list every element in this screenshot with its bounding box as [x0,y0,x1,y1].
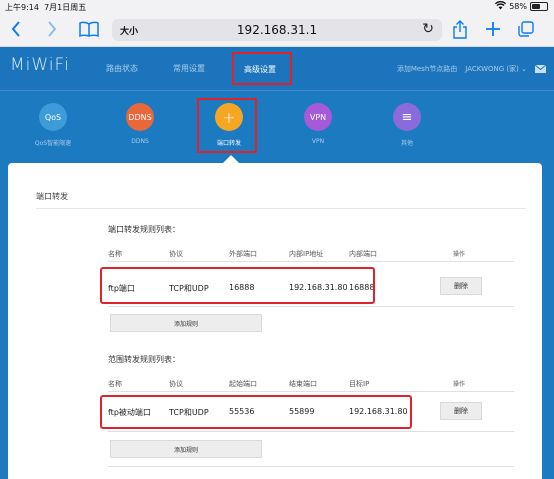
highlight-box-port-forward [197,98,257,153]
feature-vpn[interactable]: VPN VPN [288,103,348,145]
feature-label: DDNS [131,138,149,145]
url-text[interactable]: 192.168.31.1 [112,23,442,37]
status-date: 7月1日周五 [44,3,87,12]
logo: MiWiFi [10,55,70,75]
back-icon[interactable] [8,18,24,40]
ddns-icon: DDNS [126,103,154,131]
highlight-box-range-rule [100,395,412,429]
header-right: 添加Mesh节点路由 JACKWONG (家) ⌄ [397,64,546,74]
header-divider [108,261,514,262]
tabs-icon[interactable] [517,18,535,40]
col-end-port: 结束端口 [289,380,317,388]
row-divider [108,306,514,307]
highlight-box-port-rule [100,267,375,304]
col-action: 操作 [453,381,466,388]
mail-icon[interactable] [535,65,546,73]
add-rule-button[interactable]: 添加规则 [110,314,262,332]
col-int-ip: 内部IP地址 [289,250,324,258]
bookmarks-icon[interactable] [78,18,100,40]
row-divider [108,431,514,432]
feature-qos[interactable]: QoS QoS智能限速 [23,103,83,147]
row-divider [108,466,514,467]
user-name: JACKWONG (家) [465,65,519,73]
divider [36,208,526,209]
address-bar[interactable]: 大小 192.168.31.1 ↻ [112,19,442,41]
browser-toolbar: 大小 192.168.31.1 ↻ [0,13,554,47]
feature-label: QoS智能限速 [34,140,72,147]
delete-button[interactable]: 删除 [440,402,482,420]
delete-button[interactable]: 删除 [440,277,482,295]
nav-route-status[interactable]: 路由状态 [106,63,138,74]
feature-label: VPN [311,138,325,145]
add-mesh-link[interactable]: 添加Mesh节点路由 [397,64,457,74]
status-time-date: 上午9:14 7月1日周五 [5,2,86,13]
feature-ddns[interactable]: DDNS DDNS [110,103,170,145]
menu-icon: ≡ [393,103,421,131]
nav-common-settings[interactable]: 常用设置 [173,63,205,74]
wifi-icon [495,1,507,12]
header-divider [108,391,514,392]
share-icon[interactable] [451,18,469,40]
page-title: 端口转发 [36,192,68,201]
col-ext-port: 外部端口 [229,250,257,258]
feature-label: 其他 [400,140,413,147]
col-target-ip: 目标IP [349,380,370,388]
add-rule-button[interactable]: 添加规则 [110,440,262,458]
reload-icon[interactable]: ↻ [422,21,434,37]
feature-other[interactable]: ≡ 其他 [377,103,437,147]
port-rules-title: 端口转发规则列表： [108,225,180,234]
col-name: 名称 [108,250,122,258]
new-tab-icon[interactable] [484,18,502,40]
vpn-icon: VPN [304,103,332,131]
col-action: 操作 [453,251,466,258]
battery-percent: 58% [509,2,527,11]
qos-icon: QoS [39,103,67,131]
status-time: 上午9:14 [5,3,39,12]
col-protocol: 协议 [169,250,183,258]
chevron-down-icon: ⌄ [521,65,527,73]
ios-status-bar: 上午9:14 7月1日周五 58% [0,0,554,13]
user-menu[interactable]: JACKWONG (家) ⌄ [465,64,527,74]
battery-fill [532,4,541,9]
col-name: 名称 [108,380,122,388]
col-start-port: 起始端口 [229,380,257,388]
router-header: MiWiFi 路由状态 常用设置 高级设置 添加Mesh节点路由 JACKWON… [0,47,554,91]
highlight-box-advanced [232,52,292,85]
feature-bar: QoS QoS智能限速 DDNS DDNS + 端口转发 VPN VPN ≡ 其… [0,91,554,164]
col-protocol: 协议 [169,380,183,388]
range-rules-title: 范围转发规则列表： [108,355,180,364]
status-right: 58% [495,1,548,12]
col-int-port: 内部端口 [349,250,377,258]
forward-icon[interactable] [44,18,60,40]
battery-icon [530,2,548,11]
